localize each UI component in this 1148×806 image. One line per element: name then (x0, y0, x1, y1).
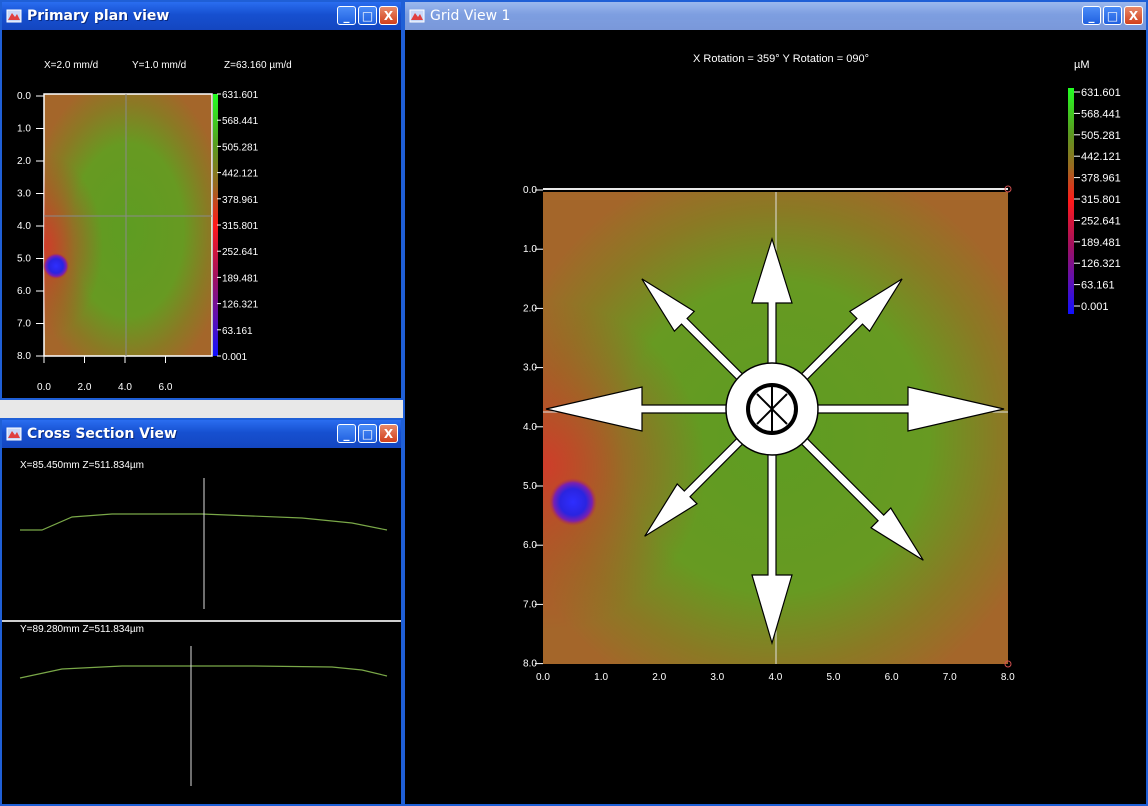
grid-x-tick-label: 3.0 (710, 672, 724, 683)
plan-legend-label: 189.481 (222, 273, 259, 284)
app-icon (409, 9, 425, 23)
plan-y-tick-label: 8.0 (17, 351, 31, 362)
plan-y-tick-label: 3.0 (17, 189, 31, 200)
grid-view-titlebar[interactable]: Grid View 1 _ □ X (405, 2, 1146, 30)
plan-legend-label: 126.321 (222, 300, 259, 311)
grid-surface-map[interactable]: 0.01.02.03.04.05.06.07.08.0 0.0 1.0 2.0 3.0… (405, 30, 1146, 806)
window-title: Primary plan view (27, 8, 170, 24)
plan-surface-map[interactable]: 0.0 1.0 2.0 3.0 4.0 5.0 6.0 7.0 8.0 0.0 2.0 4.0 6.0… (2, 30, 401, 400)
minimize-button[interactable]: _ (1082, 6, 1101, 25)
window-title: Cross Section View (27, 426, 177, 442)
plan-y-tick-label: 7.0 (17, 319, 31, 330)
minimize-button[interactable]: _ (337, 424, 356, 443)
app-icon (6, 427, 22, 441)
plan-y-tick-label: 2.0 (17, 156, 31, 167)
plan-y-tick-label: 4.0 (17, 221, 31, 232)
plan-legend-label: 63.161 (222, 326, 253, 337)
grid-view-content: X Rotation = 359° Y Rotation = 090° µM 0… (405, 30, 1146, 804)
plan-legend-label: 0.001 (222, 352, 247, 363)
plan-x-tick-label: 2.0 (78, 382, 92, 393)
grid-legend-label: 315.801 (1081, 194, 1121, 206)
plan-view-content: X=2.0 mm/d Y=1.0 mm/d Z=63.160 µm/d 0.0 1… (2, 30, 401, 398)
plan-legend-label: 442.121 (222, 169, 259, 180)
cross-section-view-window[interactable]: Cross Section View _ □ X X=85.450mm Z=51… (0, 418, 403, 806)
grid-legend-label: 442.121 (1081, 151, 1121, 163)
y-section-profile[interactable] (2, 634, 401, 806)
grid-x-tick-label: 1.0 (594, 672, 608, 683)
section-divider (2, 620, 401, 622)
grid-legend-label: 631.601 (1081, 87, 1121, 99)
plan-y-tick-label: 6.0 (17, 286, 31, 297)
grid-x-tick-label: 5.0 (827, 672, 841, 683)
plan-x-tick-label: 6.0 (159, 382, 173, 393)
grid-legend-label: 505.281 (1081, 130, 1121, 142)
close-button[interactable]: X (379, 6, 398, 25)
minimize-button[interactable]: _ (337, 6, 356, 25)
cross-section-content: X=85.450mm Z=511.834µm Y=89.280mm Z=511.… (2, 448, 401, 804)
plan-legend-label: 315.801 (222, 221, 259, 232)
grid-x-tick-label: 7.0 (943, 672, 957, 683)
grid-legend-label: 63.161 (1081, 280, 1115, 292)
grid-legend-label: 568.441 (1081, 108, 1121, 120)
plan-legend-label: 631.601 (222, 90, 259, 101)
grid-x-tick-label: 0.0 (536, 672, 550, 683)
grid-x-tick-label: 8.0 (1001, 672, 1015, 683)
window-title: Grid View 1 (430, 8, 511, 24)
maximize-button[interactable]: □ (358, 424, 377, 443)
grid-x-tick-label: 2.0 (652, 672, 666, 683)
grid-view-window[interactable]: Grid View 1 _ □ X X Rotation = 359° Y Ro… (403, 0, 1148, 806)
close-button[interactable]: X (1124, 6, 1143, 25)
plan-x-tick-label: 4.0 (118, 382, 132, 393)
grid-x-tick-label: 6.0 (885, 672, 899, 683)
primary-plan-view-window[interactable]: Primary plan view _ □ X X=2.0 mm/d Y=1.0… (0, 0, 403, 400)
plan-legend-label: 252.641 (222, 247, 259, 258)
grid-legend-label: 126.321 (1081, 258, 1121, 270)
grid-legend-label: 252.641 (1081, 215, 1121, 227)
grid-legend-label: 378.961 (1081, 173, 1121, 185)
plan-legend-label: 505.281 (222, 142, 259, 153)
cross-section-titlebar[interactable]: Cross Section View _ □ X (2, 420, 401, 448)
x-section-profile[interactable] (2, 468, 401, 620)
plan-y-tick-label: 0.0 (17, 91, 31, 102)
maximize-button[interactable]: □ (358, 6, 377, 25)
grid-legend-label: 0.001 (1081, 301, 1109, 313)
plan-view-titlebar[interactable]: Primary plan view _ □ X (2, 2, 401, 30)
plan-x-tick-label: 0.0 (37, 382, 51, 393)
plan-legend-label: 568.441 (222, 116, 259, 127)
close-button[interactable]: X (379, 424, 398, 443)
plan-legend-label: 378.961 (222, 195, 259, 206)
app-icon (6, 9, 22, 23)
grid-x-tick-label: 4.0 (768, 672, 782, 683)
plan-y-tick-label: 1.0 (17, 124, 31, 135)
plan-y-tick-label: 5.0 (17, 254, 31, 265)
grid-legend-label: 189.481 (1081, 237, 1121, 249)
maximize-button[interactable]: □ (1103, 6, 1122, 25)
